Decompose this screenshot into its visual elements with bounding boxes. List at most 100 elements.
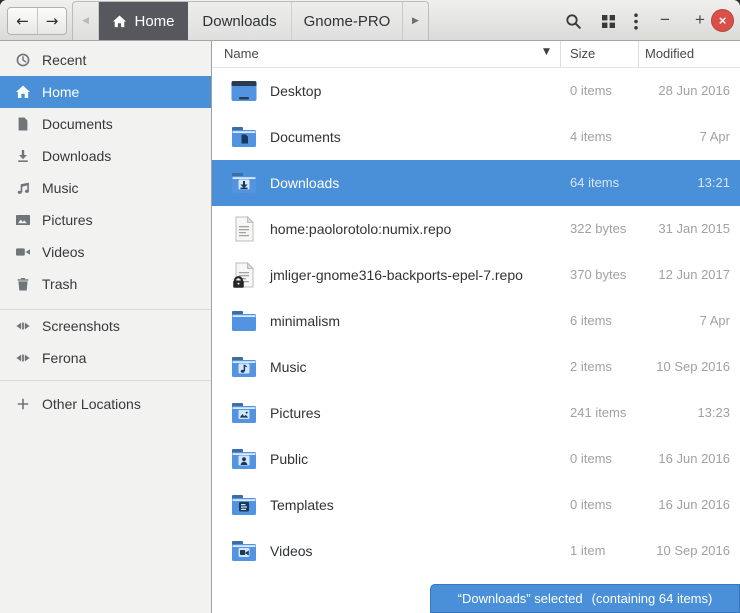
forward-button[interactable]: → bbox=[37, 8, 66, 34]
file-row-templates[interactable]: Templates 0 items 16 Jun 2016 bbox=[212, 482, 740, 528]
sidebar-item-downloads[interactable]: Downloads bbox=[0, 140, 211, 172]
minimize-icon: − bbox=[660, 10, 670, 29]
maximize-icon: + bbox=[695, 10, 705, 29]
document-icon bbox=[15, 116, 31, 132]
sidebar-item-label: Trash bbox=[42, 276, 78, 292]
file-size: 0 items bbox=[570, 83, 612, 98]
file-row-public[interactable]: Public 0 items 16 Jun 2016 bbox=[212, 436, 740, 482]
file-name: Public bbox=[270, 451, 309, 467]
file-modified: 12 Jun 2017 bbox=[658, 267, 730, 282]
trash-icon bbox=[15, 276, 31, 292]
sidebar-item-label: Other Locations bbox=[42, 396, 141, 412]
status-selection-text: “Downloads” selected bbox=[457, 591, 583, 606]
back-button[interactable]: ← bbox=[8, 8, 37, 34]
column-header-modified[interactable]: Modified bbox=[645, 46, 694, 61]
sidebar-item-pictures[interactable]: Pictures bbox=[0, 204, 211, 236]
sidebar-item-label: Home bbox=[42, 84, 80, 100]
sidebar-item-label: Ferona bbox=[42, 350, 87, 366]
folder-templates-icon bbox=[228, 489, 260, 521]
sidebar-item-label: Documents bbox=[42, 116, 113, 132]
column-header-size[interactable]: Size bbox=[570, 46, 595, 61]
minimize-button[interactable]: − bbox=[654, 9, 676, 31]
file-row-documents[interactable]: Documents 4 items 7 Apr bbox=[212, 114, 740, 160]
file-modified: 16 Jun 2016 bbox=[658, 451, 730, 466]
sidebar-item-label: Recent bbox=[42, 52, 87, 68]
chevron-left-icon: ◀ bbox=[82, 16, 89, 26]
tab-bar: ◀ Home Downloads Gnome-PRO ▶ bbox=[72, 1, 429, 40]
file-row-desktop[interactable]: Desktop 0 items 28 Jun 2016 bbox=[212, 68, 740, 114]
column-header-name[interactable]: Name bbox=[224, 46, 259, 61]
file-size: 6 items bbox=[570, 313, 612, 328]
sidebar: Recent Home Documents Downloads Music Pi… bbox=[0, 41, 212, 613]
video-icon bbox=[15, 244, 31, 260]
folder-documents-icon bbox=[228, 121, 260, 153]
status-bar: “Downloads” selected (containing 64 item… bbox=[430, 584, 740, 613]
plus-icon bbox=[15, 396, 31, 412]
grid-icon bbox=[601, 14, 615, 28]
file-modified: 16 Jun 2016 bbox=[658, 497, 730, 512]
sidebar-item-home[interactable]: Home bbox=[0, 76, 211, 108]
file-row-music[interactable]: Music 2 items 10 Sep 2016 bbox=[212, 344, 740, 390]
file-name: Documents bbox=[270, 129, 341, 145]
sidebar-item-music[interactable]: Music bbox=[0, 172, 211, 204]
file-size: 0 items bbox=[570, 451, 612, 466]
file-row-minimalism[interactable]: minimalism 6 items 7 Apr bbox=[212, 298, 740, 344]
folder-pictures-icon bbox=[228, 397, 260, 429]
file-name: minimalism bbox=[270, 313, 340, 329]
file-row-backports-repo[interactable]: jmliger-gnome316-backports-epel-7.repo 3… bbox=[212, 252, 740, 298]
sidebar-item-recent[interactable]: Recent bbox=[0, 44, 211, 76]
drive-icon bbox=[15, 318, 31, 334]
folder-music-icon bbox=[228, 351, 260, 383]
tab-label: Downloads bbox=[202, 12, 277, 30]
sort-descending-icon[interactable]: ▼ bbox=[543, 47, 550, 57]
search-button[interactable] bbox=[560, 8, 586, 34]
file-name: Videos bbox=[270, 543, 313, 559]
text-file-icon bbox=[228, 213, 260, 245]
column-divider bbox=[638, 41, 639, 67]
file-size: 241 items bbox=[570, 405, 627, 420]
menu-button[interactable] bbox=[623, 8, 649, 34]
tab-home[interactable]: Home bbox=[99, 2, 188, 40]
sidebar-item-trash[interactable]: Trash bbox=[0, 268, 211, 300]
drive-icon bbox=[15, 350, 31, 366]
sidebar-item-ferona[interactable]: Ferona bbox=[0, 342, 211, 374]
file-row-numix-repo[interactable]: home:paolorotolo:numix.repo 322 bytes 31… bbox=[212, 206, 740, 252]
file-name: jmliger-gnome316-backports-epel-7.repo bbox=[270, 267, 523, 283]
file-row-pictures[interactable]: Pictures 241 items 13:23 bbox=[212, 390, 740, 436]
file-size: 4 items bbox=[570, 129, 612, 144]
file-row-videos[interactable]: Videos 1 item 10 Sep 2016 bbox=[212, 528, 740, 574]
file-list-pane: Name ▼ Size Modified Desktop 0 items 28 … bbox=[212, 41, 740, 613]
sidebar-item-other-locations[interactable]: Other Locations bbox=[0, 388, 211, 420]
file-name: Templates bbox=[270, 497, 334, 513]
chevron-right-icon: ▶ bbox=[412, 16, 419, 26]
file-rows: Desktop 0 items 28 Jun 2016 Documents 4 … bbox=[212, 68, 740, 574]
kebab-menu-icon bbox=[634, 12, 638, 30]
folder-public-icon bbox=[228, 443, 260, 475]
sidebar-item-label: Screenshots bbox=[42, 318, 120, 334]
music-icon bbox=[15, 180, 31, 196]
file-row-downloads[interactable]: Downloads 64 items 13:21 bbox=[212, 160, 740, 206]
file-modified: 28 Jun 2016 bbox=[658, 83, 730, 98]
clock-icon bbox=[15, 52, 31, 68]
tab-downloads[interactable]: Downloads bbox=[188, 2, 292, 40]
column-divider bbox=[560, 41, 561, 67]
tab-gnome-pro[interactable]: Gnome-PRO bbox=[292, 2, 402, 40]
file-size: 0 items bbox=[570, 497, 612, 512]
sidebar-item-documents[interactable]: Documents bbox=[0, 108, 211, 140]
folder-icon bbox=[228, 305, 260, 337]
sidebar-item-videos[interactable]: Videos bbox=[0, 236, 211, 268]
maximize-button[interactable]: + bbox=[689, 9, 711, 31]
list-header: Name ▼ Size Modified bbox=[212, 41, 740, 68]
tab-scroll-right-button[interactable]: ▶ bbox=[402, 2, 428, 40]
sidebar-item-screenshots[interactable]: Screenshots bbox=[0, 310, 211, 342]
file-modified: 10 Sep 2016 bbox=[656, 543, 730, 558]
file-modified: 13:23 bbox=[697, 405, 730, 420]
desktop-icon bbox=[228, 75, 260, 107]
grid-view-button[interactable] bbox=[595, 8, 621, 34]
close-button[interactable]: × bbox=[711, 9, 734, 32]
download-icon bbox=[15, 148, 31, 164]
file-name: Desktop bbox=[270, 83, 322, 99]
file-size: 370 bytes bbox=[570, 267, 627, 282]
locked-text-file-icon bbox=[228, 259, 260, 291]
tab-scroll-left-button[interactable]: ◀ bbox=[73, 2, 99, 40]
